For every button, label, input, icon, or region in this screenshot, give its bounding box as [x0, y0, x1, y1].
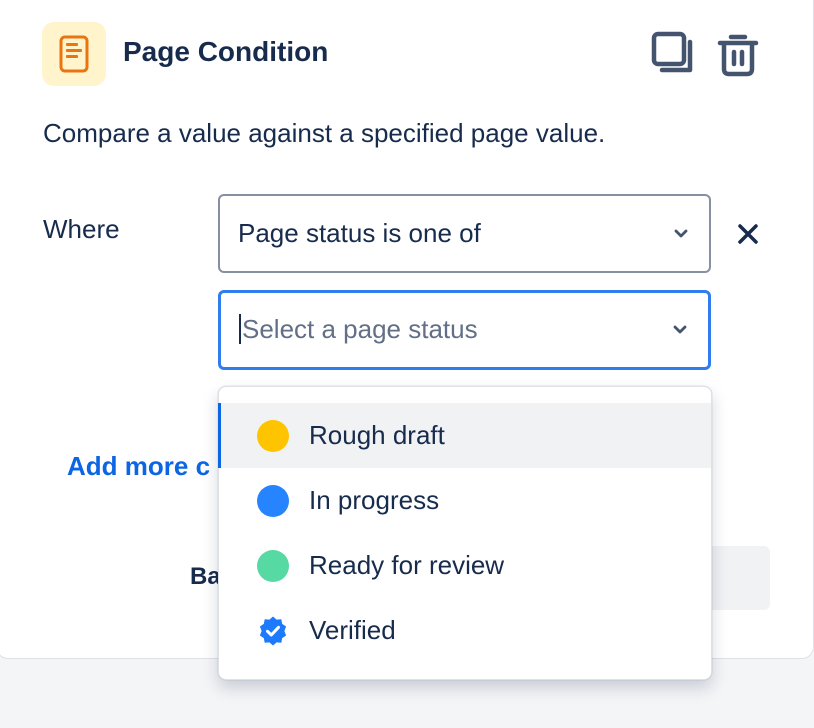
status-option-label: Verified [309, 615, 396, 645]
duplicate-button[interactable] [650, 30, 698, 78]
status-option-ready-for-review[interactable]: Ready for review [219, 533, 711, 598]
page-status-dropdown: Rough draft In progress Ready for review… [218, 386, 712, 680]
status-option-label: Ready for review [309, 550, 505, 580]
status-option-verified[interactable]: Verified [219, 598, 711, 663]
close-icon [738, 224, 758, 244]
text-cursor [239, 314, 241, 345]
back-button-label[interactable]: Ba [190, 563, 221, 591]
condition-type-value: Page status is one of [238, 218, 481, 248]
where-label: Where [43, 214, 120, 244]
condition-type-select[interactable]: Page status is one of [218, 194, 711, 273]
page-title: Page Condition [123, 36, 329, 67]
status-option-rough-draft[interactable]: Rough draft [218, 403, 711, 468]
duplicate-icon [651, 31, 693, 73]
chevron-down-icon [670, 320, 690, 340]
verified-badge-icon [259, 616, 287, 645]
yellow-status-dot-icon [257, 419, 289, 452]
add-more-conditions-link[interactable]: Add more c [67, 451, 210, 482]
page-status-placeholder: Select a page status [242, 313, 478, 344]
status-option-label: Rough draft [309, 420, 445, 450]
blue-status-dot-icon [257, 484, 289, 517]
trash-icon [717, 34, 759, 77]
chevron-down-icon [671, 224, 691, 244]
delete-button[interactable] [714, 30, 762, 78]
status-option-label: In progress [309, 485, 440, 515]
page-status-input[interactable]: Select a page status [239, 314, 670, 346]
status-option-in-progress[interactable]: In progress [219, 468, 711, 533]
condition-description: Compare a value against a specified page… [43, 118, 606, 148]
page-document-icon [59, 35, 89, 73]
page-status-select[interactable]: Select a page status [218, 290, 711, 370]
remove-condition-button[interactable] [732, 218, 764, 250]
page-icon-tile [42, 22, 106, 86]
green-status-dot-icon [257, 549, 289, 582]
